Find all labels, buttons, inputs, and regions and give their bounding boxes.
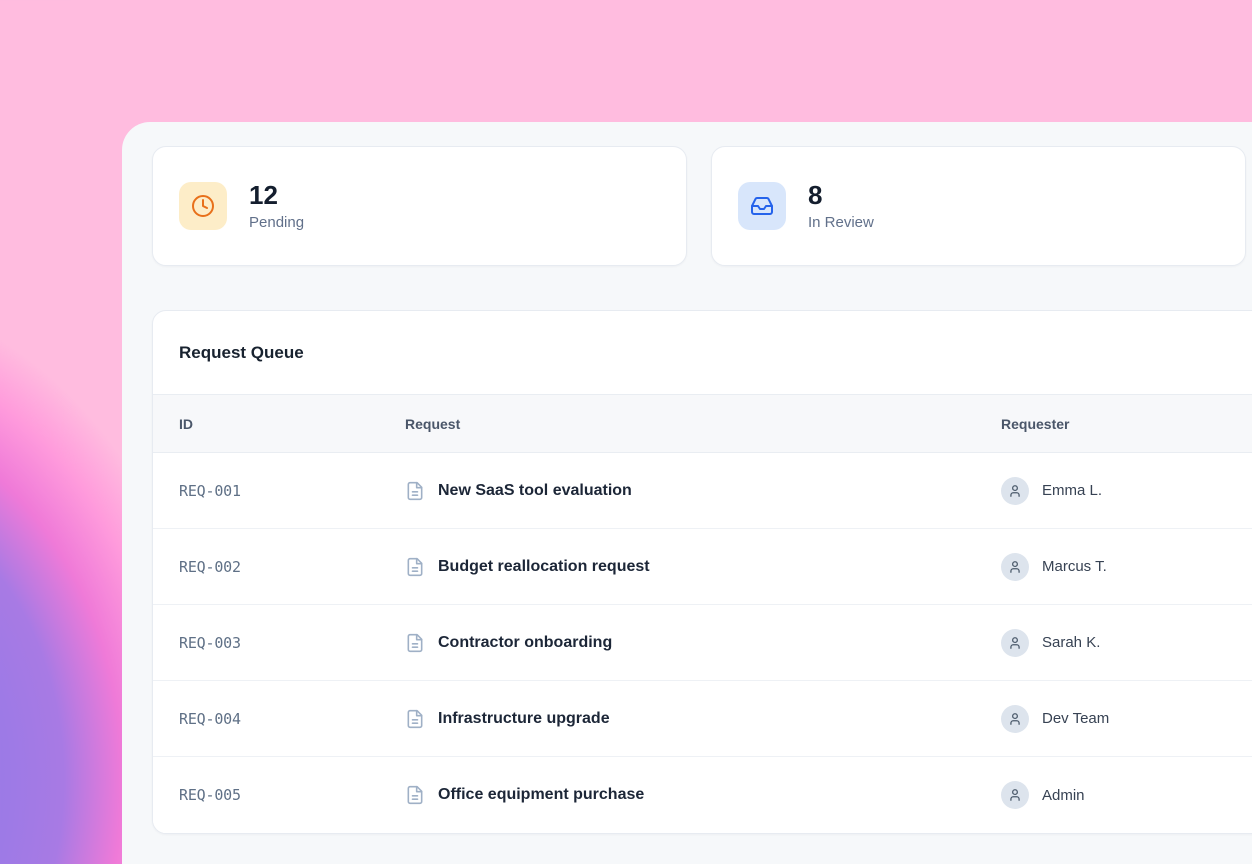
request-title: Office equipment purchase: [438, 786, 644, 804]
column-header-request: Request: [405, 416, 1001, 432]
column-header-requester: Requester: [1001, 416, 1252, 432]
request-queue-card: Request Queue ID Request Requester REQ-0…: [152, 310, 1252, 834]
requester-name: Sarah K.: [1042, 634, 1100, 651]
in-review-count: 8: [808, 181, 874, 211]
table-row[interactable]: REQ-002 Budget reallocation request Marc…: [153, 529, 1252, 605]
user-icon: [1001, 553, 1029, 581]
request-id: REQ-004: [179, 710, 405, 728]
table-row[interactable]: REQ-001 New SaaS tool evaluation Emma L.: [153, 453, 1252, 529]
request-queue-title: Request Queue: [179, 343, 304, 363]
request-title: Infrastructure upgrade: [438, 710, 610, 728]
request-title: Contractor onboarding: [438, 634, 612, 652]
table-row[interactable]: REQ-005 Office equipment purchase Admin: [153, 757, 1252, 833]
document-icon: [405, 785, 425, 805]
requester-name: Admin: [1042, 787, 1085, 804]
table-body: REQ-001 New SaaS tool evaluation Emma L.: [153, 453, 1252, 833]
column-header-id: ID: [179, 416, 405, 432]
requester-name: Marcus T.: [1042, 558, 1107, 575]
document-icon: [405, 557, 425, 577]
user-icon: [1001, 477, 1029, 505]
document-icon: [405, 481, 425, 501]
clock-icon: [179, 182, 227, 230]
pending-count: 12: [249, 181, 304, 211]
request-id: REQ-001: [179, 482, 405, 500]
request-queue-header: Request Queue: [153, 311, 1252, 395]
request-id: REQ-005: [179, 786, 405, 804]
table-column-headers: ID Request Requester: [153, 395, 1252, 453]
request-title: Budget reallocation request: [438, 558, 650, 576]
table-row[interactable]: REQ-004 Infrastructure upgrade Dev Team: [153, 681, 1252, 757]
requester-name: Dev Team: [1042, 710, 1109, 727]
stats-row: 12 Pending 8 In Review: [152, 146, 1246, 266]
user-icon: [1001, 629, 1029, 657]
request-id: REQ-003: [179, 634, 405, 652]
table-row[interactable]: REQ-003 Contractor onboarding Sarah K.: [153, 605, 1252, 681]
document-icon: [405, 633, 425, 653]
request-id: REQ-002: [179, 558, 405, 576]
requester-name: Emma L.: [1042, 482, 1102, 499]
inbox-icon: [738, 182, 786, 230]
document-icon: [405, 709, 425, 729]
user-icon: [1001, 781, 1029, 809]
in-review-label: In Review: [808, 214, 874, 231]
user-icon: [1001, 705, 1029, 733]
pending-label: Pending: [249, 214, 304, 231]
stat-card-pending: 12 Pending: [152, 146, 687, 266]
request-title: New SaaS tool evaluation: [438, 482, 632, 500]
stat-card-in-review: 8 In Review: [711, 146, 1246, 266]
main-panel: 12 Pending 8 In Review Request Queue ID …: [122, 122, 1252, 864]
